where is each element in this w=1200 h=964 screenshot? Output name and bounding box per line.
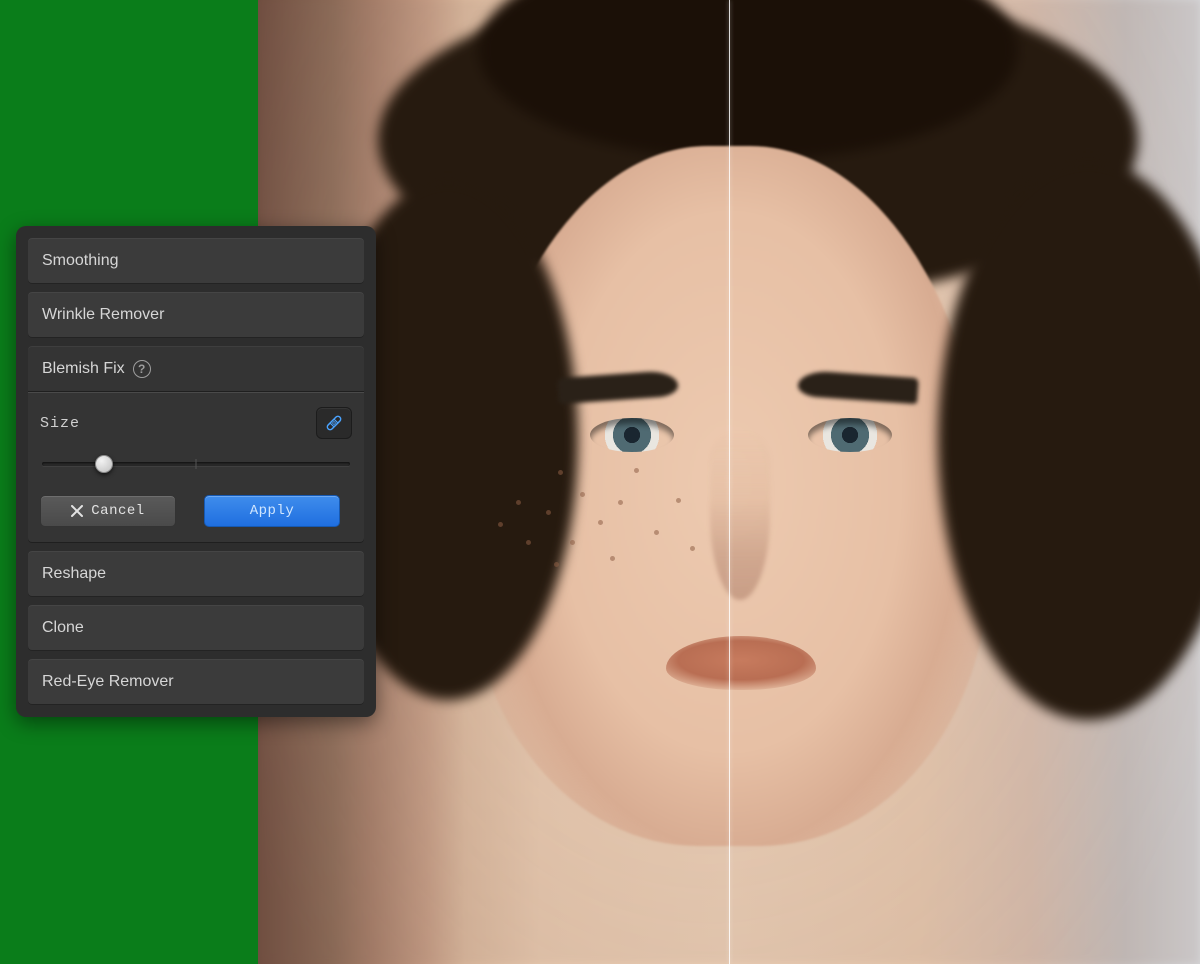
help-icon[interactable]: ? xyxy=(133,360,151,378)
close-icon xyxy=(71,505,83,517)
size-slider[interactable] xyxy=(42,453,350,475)
freckle xyxy=(498,522,503,527)
slider-thumb[interactable] xyxy=(95,455,113,473)
retouch-panel: Smoothing Wrinkle Remover Blemish Fix ? … xyxy=(16,226,376,717)
freckle xyxy=(690,546,695,551)
tool-item-reshape[interactable]: Reshape xyxy=(28,551,364,597)
tool-item-label: Blemish Fix xyxy=(42,360,125,378)
freckle xyxy=(634,468,639,473)
eye xyxy=(590,418,674,452)
freckle xyxy=(516,500,521,505)
freckle xyxy=(610,556,615,561)
freckle xyxy=(654,530,659,535)
brush-type-button[interactable] xyxy=(316,407,352,439)
freckle xyxy=(526,540,531,545)
cancel-button-label: Cancel xyxy=(91,503,144,519)
cancel-button[interactable]: Cancel xyxy=(40,495,176,527)
tool-item-smoothing[interactable]: Smoothing xyxy=(28,238,364,284)
image-canvas[interactable] xyxy=(258,0,1200,964)
tool-item-red-eye-remover[interactable]: Red-Eye Remover xyxy=(28,659,364,705)
tool-item-label: Smoothing xyxy=(42,252,119,270)
nose xyxy=(710,430,770,600)
freckle xyxy=(558,470,563,475)
tool-item-label: Clone xyxy=(42,619,84,637)
eye xyxy=(808,418,892,452)
tool-item-blemish-fix[interactable]: Blemish Fix ? xyxy=(28,346,364,392)
tool-item-label: Wrinkle Remover xyxy=(42,306,164,324)
bandaid-icon xyxy=(323,412,345,434)
divider-line xyxy=(28,392,364,393)
tool-item-wrinkle-remover[interactable]: Wrinkle Remover xyxy=(28,292,364,338)
freckle xyxy=(554,562,559,567)
tool-item-clone[interactable]: Clone xyxy=(28,605,364,651)
tool-item-label: Red-Eye Remover xyxy=(42,673,174,691)
blemish-fix-options: Size xyxy=(28,392,364,543)
before-after-divider[interactable] xyxy=(729,0,730,964)
freckle xyxy=(570,540,575,545)
size-label: Size xyxy=(40,415,80,432)
slider-tick xyxy=(196,459,197,469)
freckle xyxy=(546,510,551,515)
apply-button[interactable]: Apply xyxy=(204,495,340,527)
tool-item-label: Reshape xyxy=(42,565,106,583)
freckle xyxy=(598,520,603,525)
apply-button-label: Apply xyxy=(250,503,295,519)
freckle xyxy=(618,500,623,505)
freckle xyxy=(676,498,681,503)
freckle xyxy=(580,492,585,497)
